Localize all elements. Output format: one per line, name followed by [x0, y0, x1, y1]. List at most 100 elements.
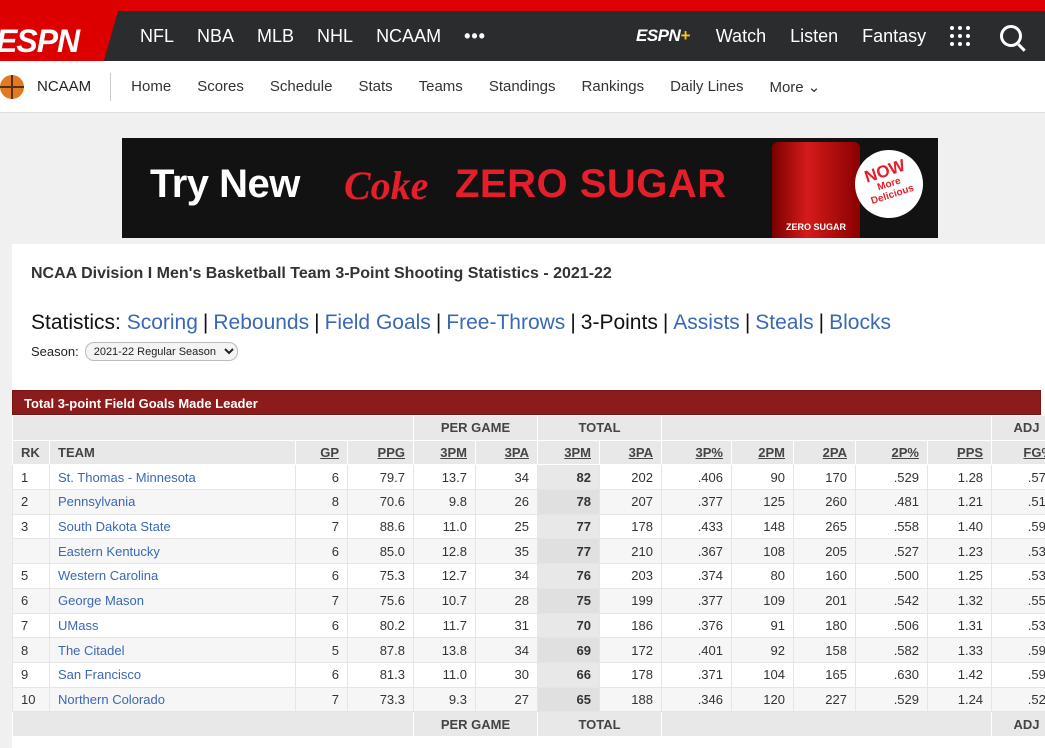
nav-mlb[interactable]: MLB [257, 26, 294, 47]
col-3pa-pg[interactable]: 3PA [475, 439, 538, 466]
nav-watch[interactable]: Watch [716, 26, 766, 47]
stat-cell: 158 [793, 637, 856, 663]
nav-nfl[interactable]: NFL [140, 26, 174, 47]
stat-link-rebounds[interactable]: Rebounds [213, 311, 309, 334]
stat-link-scoring[interactable]: Scoring [127, 311, 198, 334]
stat-link-assists[interactable]: Assists [673, 311, 740, 334]
league-nav-items: Home Scores Schedule Stats Teams Standin… [131, 78, 846, 96]
nav-listen[interactable]: Listen [790, 26, 838, 47]
team-link[interactable]: St. Thomas - Minnesota [49, 464, 296, 491]
can-label: ZERO SUGAR [785, 222, 846, 232]
subnav-home[interactable]: Home [131, 78, 171, 96]
table-row: 5 Western Carolina 6 75.3 12.7 34 76 203.374 80 1… [12, 563, 1045, 589]
stat-cell: 7 [295, 686, 348, 713]
coke-ad-banner[interactable]: Try New Coke ZERO SUGAR ZERO SUGAR NOW M… [122, 138, 938, 238]
stat-cell: 81.3 [347, 661, 414, 688]
col-2pa[interactable]: 2PA [793, 439, 856, 466]
team-link[interactable]: The Citadel [49, 637, 296, 663]
apps-grid-icon[interactable] [950, 26, 971, 46]
stat-cell: 13.7 [413, 464, 476, 491]
statistics-category-links: Statistics: Scoring | Rebounds | Field Goals… [31, 311, 891, 334]
basketball-icon [0, 74, 24, 99]
col-ppg[interactable]: PPG [347, 439, 414, 466]
stat-cell: 178 [599, 513, 662, 540]
total-3pm-cell: 78 [537, 489, 600, 515]
stat-cell: 31 [475, 612, 538, 639]
stat-cell: 79.7 [347, 464, 414, 491]
stat-cell: .401 [661, 637, 732, 663]
more-sports-icon[interactable]: ••• [464, 26, 486, 47]
table-row: 3 South Dakota State 7 88.6 11.0 25 77 178.433 1… [12, 513, 1045, 540]
stats-panel: NCAA Division I Men's Basketball Team 3-… [12, 244, 1045, 748]
team-link[interactable]: Pennsylvania [49, 489, 296, 515]
espn-plus-logo[interactable]: ESPN+ [636, 26, 690, 46]
team-link[interactable]: Western Carolina [49, 563, 296, 589]
stat-cell: .374 [661, 563, 732, 589]
nav-fantasy[interactable]: Fantasy [862, 26, 926, 47]
col-3pa-total[interactable]: 3PA [599, 439, 662, 466]
stat-cell: 12.8 [413, 538, 476, 565]
espn-logo[interactable]: ESPN [0, 11, 118, 61]
col-2p-pct[interactable]: 2P% [855, 439, 928, 466]
stat-cell: 160 [793, 563, 856, 589]
espn-plus-text: ESPN [636, 26, 681, 45]
nav-nba[interactable]: NBA [197, 26, 234, 47]
stat-link-free-throws[interactable]: Free-Throws [446, 311, 565, 334]
column-group-row-footer: PER GAME TOTAL ADJ [12, 711, 1045, 737]
stat-cell: 1.25 [926, 563, 993, 589]
stat-cell: 1.24 [926, 686, 993, 713]
group-total-footer: TOTAL [537, 711, 662, 737]
col-3pm-pg[interactable]: 3PM [413, 439, 476, 466]
col-fg-pct[interactable]: FG% [991, 439, 1045, 466]
subnav-schedule[interactable]: Schedule [270, 78, 333, 96]
stat-cell: .595 [991, 513, 1045, 540]
espn-logo-text: ESPN [0, 23, 80, 59]
team-link[interactable]: Eastern Kentucky [49, 538, 296, 565]
ad-coke-logo: Coke [344, 163, 429, 208]
stat-link-steals[interactable]: Steals [755, 311, 813, 334]
rank-cell: 2 [12, 489, 50, 515]
subnav-scores[interactable]: Scores [197, 78, 244, 96]
page-title: NCAA Division I Men's Basketball Team 3-… [31, 265, 612, 282]
group-total: TOTAL [537, 415, 662, 441]
group-per-game-footer: PER GAME [413, 711, 538, 737]
stat-cell: 108 [731, 538, 794, 565]
search-icon[interactable] [1000, 25, 1023, 47]
nav-nhl[interactable]: NHL [317, 26, 353, 47]
subnav-stats[interactable]: Stats [358, 78, 392, 96]
stat-cell: 170 [793, 464, 856, 491]
col-2pm[interactable]: 2PM [731, 439, 794, 466]
team-link[interactable]: George Mason [49, 587, 296, 614]
stat-link-field-goals[interactable]: Field Goals [325, 311, 431, 334]
team-link[interactable]: South Dakota State [49, 513, 296, 540]
stat-cell: 34 [475, 563, 538, 589]
table-row: Eastern Kentucky 6 85.0 12.8 35 77 210.367 108 2… [12, 538, 1045, 565]
subnav-teams[interactable]: Teams [419, 78, 463, 96]
col-3pm-total[interactable]: 3PM [537, 439, 600, 466]
subnav-standings[interactable]: Standings [489, 78, 556, 96]
stat-link-blocks[interactable]: Blocks [829, 311, 891, 334]
subnav-daily-lines[interactable]: Daily Lines [670, 78, 743, 96]
stat-cell: 227 [793, 686, 856, 713]
team-link[interactable]: UMass [49, 612, 296, 639]
league-name[interactable]: NCAAM [37, 72, 112, 101]
stat-cell: .539 [991, 538, 1045, 565]
group-per-game: PER GAME [413, 415, 538, 441]
stat-cell: 1.21 [926, 489, 993, 515]
team-link[interactable]: Northern Colorado [49, 686, 296, 713]
stat-cell: .592 [991, 637, 1045, 663]
stat-cell: 6 [295, 612, 348, 639]
group-adj-footer: ADJ [991, 711, 1045, 737]
col-3p-pct[interactable]: 3P% [661, 439, 732, 466]
subnav-rankings[interactable]: Rankings [582, 78, 645, 96]
col-gp[interactable]: GP [295, 439, 348, 466]
season-dropdown[interactable]: 2021-22 Regular Season [84, 342, 238, 361]
col-pps[interactable]: PPS [926, 439, 993, 466]
team-link[interactable]: San Francisco [49, 661, 296, 688]
stat-cell: 9.8 [413, 489, 476, 515]
nav-ncaam[interactable]: NCAAM [376, 26, 441, 47]
stat-cell: 165 [793, 661, 856, 688]
subnav-more[interactable]: More ⌄ [769, 78, 820, 96]
ad-try-new: Try New [150, 162, 300, 206]
stat-cell: 188 [599, 686, 662, 713]
